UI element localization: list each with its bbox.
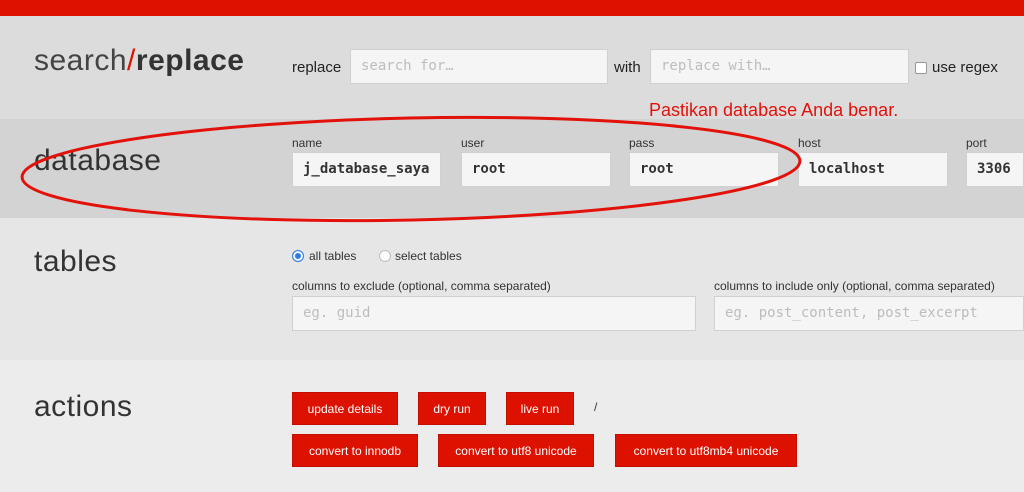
select-tables-label: select tables [395,249,462,263]
exclude-columns-input[interactable]: eg. guid [292,296,696,331]
app-logo: search/replace [34,44,244,78]
db-name-input[interactable]: j_database_saya [292,152,441,187]
logo-replace: replace [135,44,245,77]
db-name-label: name [292,136,323,150]
db-user-input[interactable]: root [461,152,611,187]
db-host-label: host [798,136,821,150]
db-pass-label: pass [629,136,655,150]
actions-title: actions [34,390,133,423]
db-user-label: user [461,136,485,150]
all-tables-label: all tables [309,249,357,263]
logo-slash: / [127,44,136,77]
use-regex-checkbox[interactable] [915,62,927,74]
exclude-columns-label: columns to exclude (optional, comma sepa… [292,279,551,293]
with-label: with [614,59,641,76]
actions-separator: / [594,400,598,414]
select-tables-radio[interactable] [379,250,391,262]
all-tables-radio[interactable] [292,250,304,262]
include-columns-input[interactable]: eg. post_content, post_excerpt [714,296,1024,331]
database-title: database [34,144,162,177]
db-port-label: port [966,136,987,150]
live-run-button[interactable]: live run [506,392,574,425]
actions-section [0,360,1024,492]
db-port-input[interactable]: 3306 [966,152,1024,187]
replace-input[interactable]: replace with… [650,49,909,84]
search-input[interactable]: search for… [350,49,608,84]
use-regex-label: use regex [932,59,998,76]
db-host-input[interactable]: localhost [798,152,948,187]
logo-search: search [34,44,128,77]
include-columns-label: columns to include only (optional, comma… [714,279,995,293]
update-details-button[interactable]: update details [292,392,398,425]
convert-utf8-button[interactable]: convert to utf8 unicode [438,434,594,467]
replace-label: replace [292,59,342,76]
db-pass-input[interactable]: root [629,152,779,187]
top-accent-bar [0,0,1024,16]
convert-utf8mb4-button[interactable]: convert to utf8mb4 unicode [615,434,797,467]
dry-run-button[interactable]: dry run [418,392,486,425]
annotation-note: Pastikan database Anda benar. [649,100,899,120]
tables-title: tables [34,245,118,278]
convert-innodb-button[interactable]: convert to innodb [292,434,418,467]
